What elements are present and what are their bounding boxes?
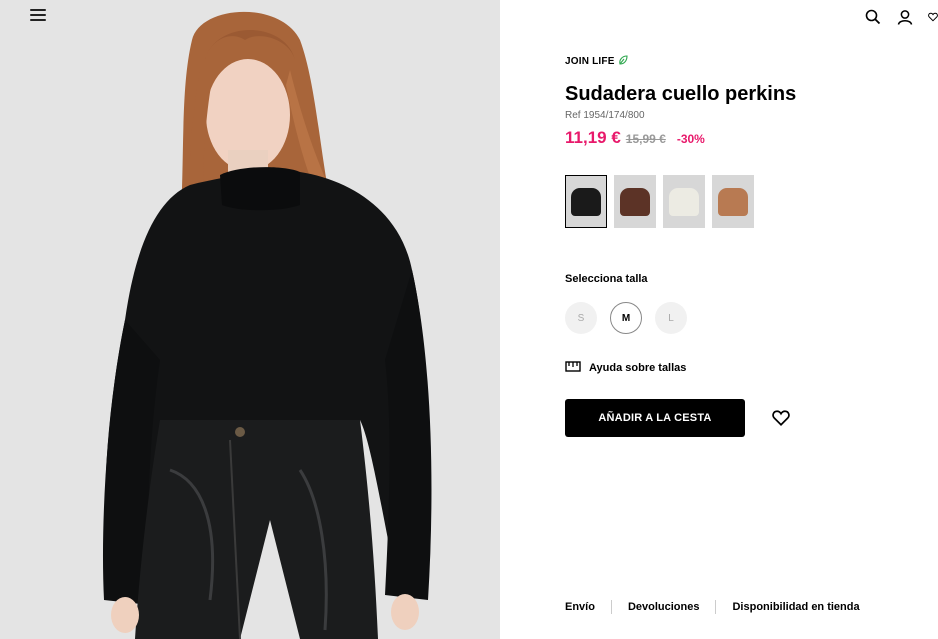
size-help-link[interactable]: Ayuda sobre tallas [565, 359, 686, 376]
swatch-preview [620, 187, 650, 216]
shipping-link[interactable]: Envío [565, 601, 595, 613]
returns-link[interactable]: Devoluciones [628, 601, 700, 613]
add-to-cart-button[interactable]: AÑADIR A LA CESTA [565, 399, 745, 437]
link-divider [715, 600, 717, 614]
size-selector-label: Selecciona talla [565, 273, 648, 285]
product-image[interactable] [0, 0, 500, 639]
store-availability-link[interactable]: Disponibilidad en tienda [732, 601, 859, 613]
ruler-icon [565, 359, 581, 376]
hamburger-menu-icon[interactable] [30, 9, 46, 23]
color-swatches [565, 175, 754, 228]
leaf-icon [618, 55, 628, 68]
size-option-l[interactable]: L [655, 302, 687, 334]
swatch-preview [669, 187, 699, 216]
swatch-preview [718, 187, 748, 216]
product-info: JOIN LIFE Sudadera cuello perkins Ref 19… [565, 0, 938, 639]
join-life-badge: JOIN LIFE [565, 55, 628, 68]
color-swatch-negro[interactable] [565, 175, 607, 228]
size-option-s[interactable]: S [565, 302, 597, 334]
color-swatch-marron[interactable] [614, 175, 656, 228]
swatch-preview [571, 187, 601, 216]
size-option-m[interactable]: M [610, 302, 642, 334]
link-divider [610, 600, 612, 614]
original-price: 15,99 € [625, 132, 666, 146]
wishlist-heart-icon[interactable] [772, 409, 790, 427]
join-life-label: JOIN LIFE [565, 56, 615, 67]
price-row: 11,19 € 15,99 € -30% [565, 128, 705, 148]
color-swatch-crudo[interactable] [663, 175, 705, 228]
color-swatch-camel[interactable] [712, 175, 754, 228]
size-help-label: Ayuda sobre tallas [589, 361, 687, 374]
model-photo [0, 0, 500, 639]
product-reference: Ref 1954/174/800 [565, 110, 645, 121]
discount-badge: -30% [676, 132, 705, 146]
current-price: 11,19 € [565, 128, 621, 147]
info-links: Envío Devoluciones Disponibilidad en tie… [565, 600, 860, 614]
product-title: Sudadera cuello perkins [565, 83, 797, 105]
size-selector: S M L [565, 302, 687, 334]
